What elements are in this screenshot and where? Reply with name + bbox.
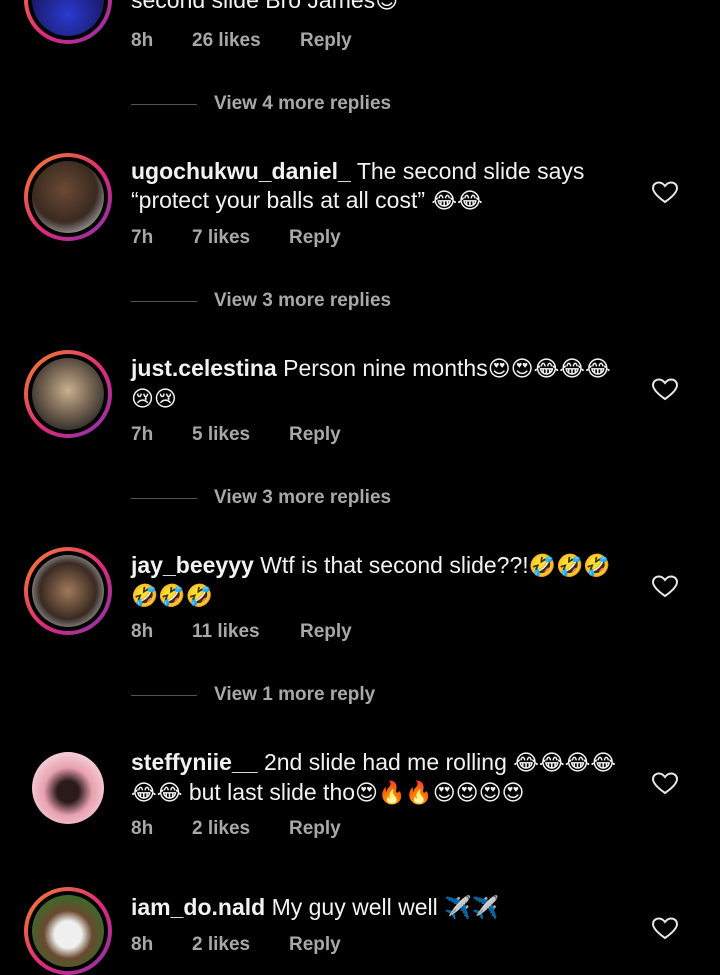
- heart-outline-icon[interactable]: [652, 378, 678, 402]
- comment-username[interactable]: iam_do.nald: [131, 894, 265, 920]
- comment-emoji: ✈️✈️: [444, 896, 499, 921]
- comment-emoji: 😂😂: [431, 189, 483, 214]
- chevron-down-icon[interactable]: [652, 0, 678, 12]
- view-more-label[interactable]: View 4 more replies: [214, 93, 391, 115]
- reply-button[interactable]: Reply: [300, 621, 352, 643]
- reply-button[interactable]: Reply: [289, 818, 341, 840]
- comment-time: 7h: [131, 227, 154, 248]
- divider-line: [131, 300, 197, 302]
- divider-line: [131, 103, 197, 105]
- comment-username[interactable]: jay_beeyyy: [131, 552, 254, 578]
- comment-username[interactable]: ugochukwu_daniel_: [131, 158, 351, 184]
- avatar[interactable]: [24, 153, 112, 241]
- heart-outline-icon[interactable]: [652, 772, 678, 796]
- view-more-label[interactable]: View 3 more replies: [214, 290, 391, 312]
- like-count[interactable]: 2 likes: [192, 818, 289, 840]
- comment-time: 8h: [131, 30, 154, 51]
- comment-username[interactable]: just.celestina: [131, 355, 277, 381]
- reply-button[interactable]: Reply: [300, 30, 352, 52]
- comment-time: 8h: [131, 934, 154, 955]
- like-count[interactable]: 7 likes: [192, 227, 289, 249]
- comment-username[interactable]: steffyniie__: [131, 749, 258, 775]
- view-more-label[interactable]: View 3 more replies: [214, 487, 391, 509]
- avatar[interactable]: [24, 0, 112, 44]
- comment-text: Person nine months: [283, 355, 488, 381]
- view-more-replies[interactable]: View 1 more reply: [131, 684, 375, 706]
- like-count[interactable]: 5 likes: [192, 424, 289, 446]
- comment-time: 8h: [131, 621, 154, 642]
- avatar[interactable]: [24, 547, 112, 635]
- reply-button[interactable]: Reply: [289, 934, 341, 956]
- view-more-replies[interactable]: View 3 more replies: [131, 290, 391, 312]
- view-more-replies[interactable]: View 3 more replies: [131, 487, 391, 509]
- comment-emoji: 😍🔥🔥😍😍😍😍: [355, 781, 525, 806]
- comment-text: My guy well well: [271, 894, 438, 920]
- like-count[interactable]: 11 likes: [192, 621, 300, 643]
- divider-line: [131, 694, 197, 696]
- like-count[interactable]: 2 likes: [192, 934, 289, 956]
- comment-time: 7h: [131, 424, 154, 445]
- comment-text: second slide Bro James: [131, 0, 376, 13]
- avatar[interactable]: [24, 887, 112, 975]
- heart-outline-icon[interactable]: [652, 575, 678, 599]
- reply-button[interactable]: Reply: [289, 227, 341, 249]
- like-count[interactable]: 26 likes: [192, 30, 300, 52]
- heart-outline-icon[interactable]: [652, 917, 678, 941]
- comment-emoji: 😌: [375, 0, 399, 14]
- view-more-replies[interactable]: View 4 more replies: [131, 93, 391, 115]
- comment-text: 2nd slide had me rolling: [263, 749, 507, 775]
- comment-time: 8h: [131, 818, 154, 839]
- heart-outline-icon[interactable]: [652, 181, 678, 205]
- divider-line: [131, 497, 197, 499]
- comment-text: Wtf is that second slide??!: [260, 552, 529, 578]
- avatar[interactable]: [24, 350, 112, 438]
- avatar[interactable]: [32, 752, 104, 824]
- comment-text-continued: but last slide tho: [188, 779, 356, 805]
- reply-button[interactable]: Reply: [289, 424, 341, 446]
- view-more-label[interactable]: View 1 more reply: [214, 684, 375, 706]
